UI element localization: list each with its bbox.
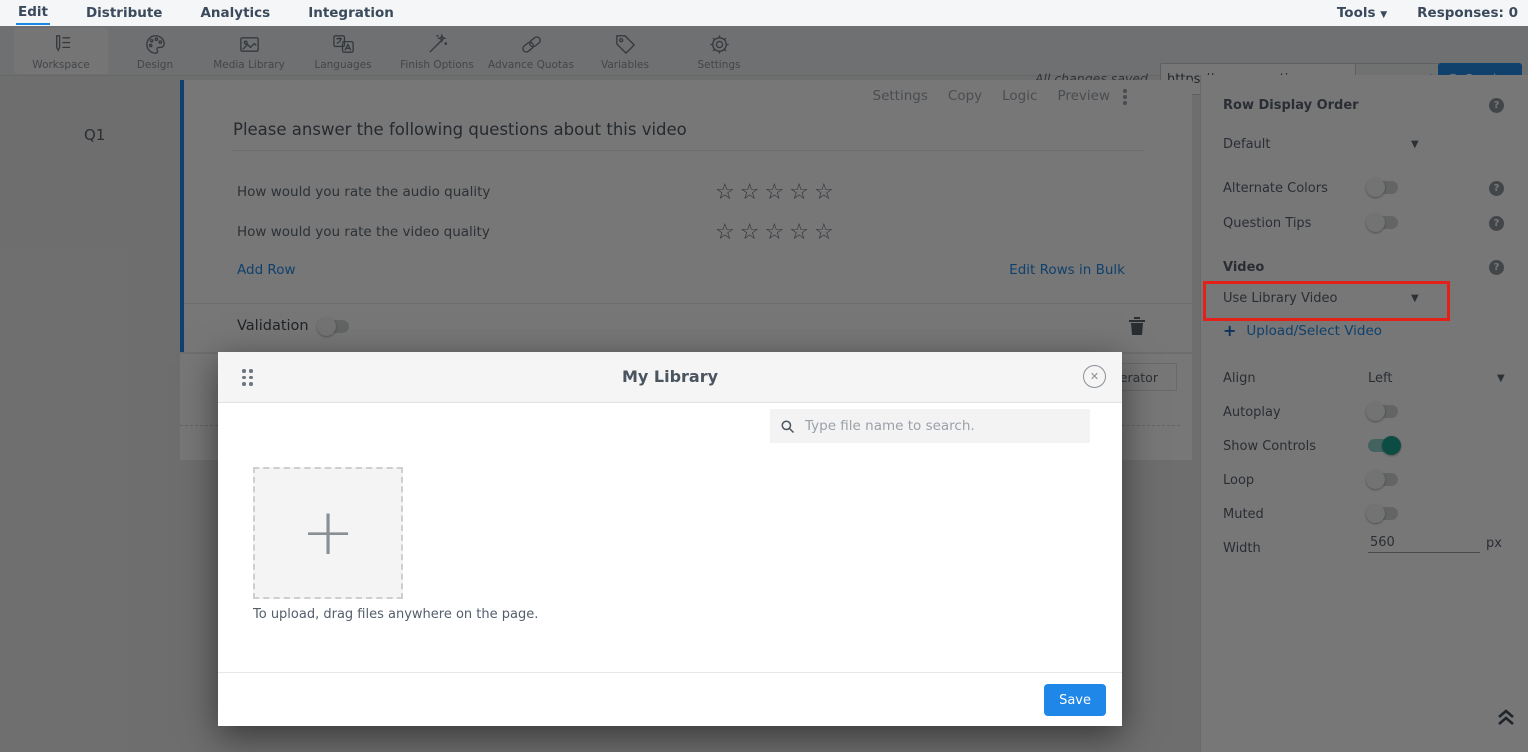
- save-button[interactable]: Save: [1044, 684, 1106, 716]
- tools-label: Tools: [1337, 5, 1376, 21]
- chevron-down-icon: ▼: [1380, 10, 1387, 20]
- my-library-modal: My Library ✕ + To upload, drag files any…: [218, 352, 1122, 726]
- top-nav-bar: Edit Distribute Analytics Integration To…: [0, 0, 1528, 26]
- library-search-input[interactable]: [803, 417, 1080, 435]
- modal-title: My Library: [218, 367, 1122, 386]
- tools-menu[interactable]: Tools ▼: [1335, 2, 1389, 24]
- nav-tab-distribute[interactable]: Distribute: [84, 2, 165, 24]
- plus-icon: +: [301, 501, 355, 565]
- library-search-box: [770, 409, 1090, 443]
- upload-file-tile[interactable]: +: [253, 467, 403, 599]
- modal-footer: Save: [218, 672, 1122, 727]
- search-icon: [780, 419, 795, 434]
- nav-tab-integration[interactable]: Integration: [306, 2, 396, 24]
- nav-items: Edit Distribute Analytics Integration: [16, 0, 396, 26]
- nav-tab-analytics[interactable]: Analytics: [198, 2, 272, 24]
- modal-header: My Library ✕: [218, 352, 1122, 403]
- upload-hint-text: To upload, drag files anywhere on the pa…: [253, 607, 538, 622]
- nav-tab-edit[interactable]: Edit: [16, 1, 50, 25]
- responses-count[interactable]: Responses: 0: [1415, 2, 1520, 24]
- close-icon[interactable]: ✕: [1083, 365, 1106, 388]
